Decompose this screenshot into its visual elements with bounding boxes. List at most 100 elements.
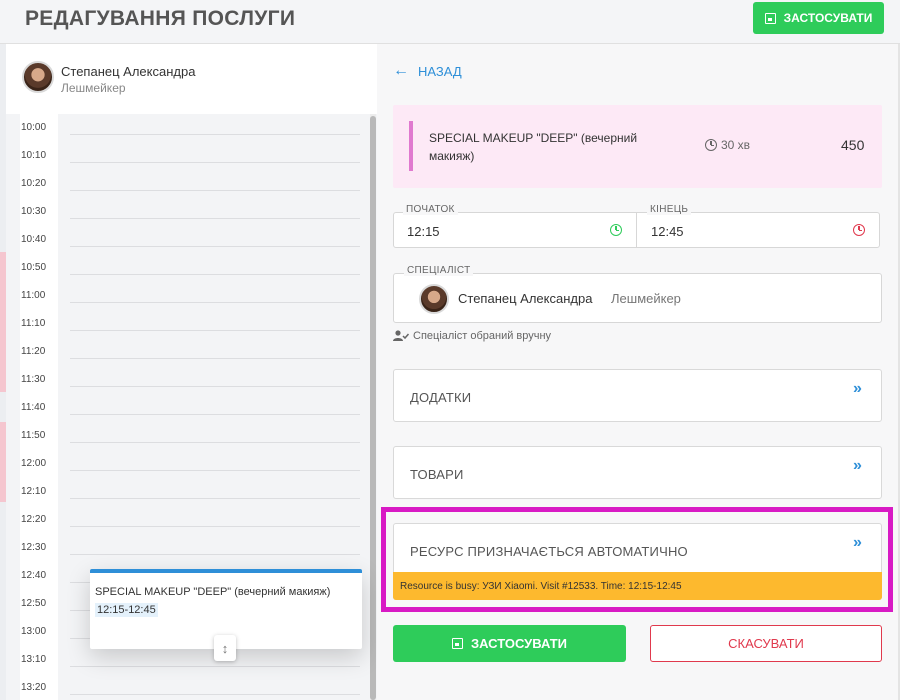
service-price: 450	[841, 137, 865, 153]
top-bar: РЕДАГУВАННЯ ПОСЛУГИ ЗАСТОСУВАТИ	[0, 0, 900, 44]
time-slot-label: 10:20	[21, 178, 47, 189]
back-label: НАЗАД	[418, 63, 462, 79]
time-slot[interactable]: 10:50	[6, 254, 366, 282]
grid-line	[70, 526, 360, 527]
manual-selection-text: Спеціаліст обраний вручну	[413, 330, 552, 342]
grid-line	[70, 386, 360, 387]
time-slot[interactable]: 13:20	[6, 674, 366, 700]
grid-line	[70, 554, 360, 555]
time-slot[interactable]: 12:00	[6, 450, 366, 478]
specialist-select[interactable]: Степанец Александра Лешмейкер	[393, 273, 882, 323]
time-slot[interactable]: 10:30	[6, 198, 366, 226]
calendar-scrollbar[interactable]	[370, 114, 376, 700]
time-slot[interactable]: 10:40	[6, 226, 366, 254]
grid-line	[70, 358, 360, 359]
grid-line	[70, 162, 360, 163]
time-slot[interactable]: 11:20	[6, 338, 366, 366]
grid-line	[70, 246, 360, 247]
grid-line	[70, 330, 360, 331]
page-title: РЕДАГУВАННЯ ПОСЛУГИ	[25, 7, 296, 30]
time-slot-label: 12:30	[21, 542, 47, 553]
end-time-label: КІНЕЦЬ	[647, 204, 692, 215]
end-time-field[interactable]: 12:45	[636, 212, 880, 248]
service-name: SPECIAL MAKEUP "DEEP" (вечерний макияж)	[429, 131, 638, 163]
arrow-left-icon: ←	[393, 62, 409, 79]
time-slot[interactable]: 11:30	[6, 366, 366, 394]
time-slot[interactable]: 12:10	[6, 478, 366, 506]
grid-line	[70, 190, 360, 191]
resize-handle-icon[interactable]: ↕	[214, 635, 236, 661]
calendar-scroll-thumb[interactable]	[370, 116, 376, 700]
time-slot[interactable]: 11:40	[6, 394, 366, 422]
addons-section[interactable]: ДОДАТКИ »	[393, 369, 882, 422]
grid-line	[70, 498, 360, 499]
time-slot-label: 11:10	[21, 318, 46, 329]
appointment-card[interactable]: SPECIAL MAKEUP "DEEP" (вечерний макияж) …	[90, 569, 362, 661]
schedule-panel: Степанец Александра Лешмейкер 10:00 10:10…	[6, 44, 377, 700]
time-slot[interactable]: 11:50	[6, 422, 366, 450]
time-slot[interactable]: 11:00	[6, 282, 366, 310]
manual-selection-note: Спеціаліст обраний вручну	[393, 330, 551, 342]
clock-icon	[853, 224, 865, 236]
edit-form-panel: ← НАЗАД SPECIAL MAKEUP "DEEP" (вечерний …	[377, 44, 898, 700]
time-slot[interactable]: 12:20	[6, 506, 366, 534]
chevron-double-right-icon: »	[853, 380, 862, 397]
time-slot-label: 11:40	[21, 402, 46, 413]
selected-specialist-name: Степанец Александра	[458, 291, 593, 306]
goods-section[interactable]: ТОВАРИ »	[393, 446, 882, 499]
apply-button-label: ЗАСТОСУВАТИ	[470, 636, 568, 651]
time-slot-label: 10:50	[21, 262, 47, 273]
save-icon	[764, 12, 776, 24]
grid-line	[70, 274, 360, 275]
specialist-name: Степанец Александра	[61, 64, 196, 79]
selected-specialist-role: Лешмейкер	[611, 291, 681, 306]
grid-line	[70, 414, 360, 415]
time-slot-label: 12:00	[21, 458, 47, 469]
time-slot-label: 12:50	[21, 598, 47, 609]
time-slot[interactable]: 10:00	[6, 114, 366, 142]
time-slot[interactable]: 11:10	[6, 310, 366, 338]
time-slot-label: 11:00	[21, 290, 46, 301]
time-slot-label: 10:30	[21, 206, 47, 217]
specialist-header: Степанец Александра Лешмейкер	[6, 44, 377, 114]
time-slot-label: 10:10	[21, 150, 47, 161]
grid-line	[70, 218, 360, 219]
grid-line	[70, 134, 360, 135]
apply-button-top[interactable]: ЗАСТОСУВАТИ	[753, 2, 884, 34]
cancel-button[interactable]: СКАСУВАТИ	[650, 625, 882, 662]
goods-label: ТОВАРИ	[410, 467, 464, 482]
time-slot[interactable]: 13:10	[6, 646, 366, 674]
time-slot[interactable]: 10:10	[6, 142, 366, 170]
start-time-value: 12:15	[407, 224, 440, 239]
grid-line	[70, 442, 360, 443]
clock-icon	[610, 224, 622, 236]
time-slot-label: 12:10	[21, 486, 47, 497]
time-slot-label: 10:40	[21, 234, 47, 245]
grid-line	[70, 666, 360, 667]
appointment-title: SPECIAL MAKEUP "DEEP" (вечерний макияж)	[95, 586, 331, 598]
service-color-bar	[409, 121, 413, 171]
cancel-button-label: СКАСУВАТИ	[728, 636, 804, 651]
time-slot-label: 11:20	[21, 346, 46, 357]
specialist-label: СПЕЦІАЛІСТ	[404, 265, 474, 276]
clock-icon	[705, 139, 717, 151]
time-slot[interactable]: 12:30	[6, 534, 366, 562]
time-slot-label: 13:20	[21, 682, 47, 693]
calendar-grid[interactable]: 10:00 10:10 10:20 10:30 10:40 10:50 11:00 11:10…	[6, 114, 377, 700]
time-slot-label: 13:10	[21, 654, 47, 665]
user-check-icon	[393, 330, 409, 341]
apply-button[interactable]: ЗАСТОСУВАТИ	[393, 625, 626, 662]
time-slot-label: 12:40	[21, 570, 47, 581]
time-slot-label: 11:50	[21, 430, 46, 441]
time-slot-label: 11:30	[21, 374, 46, 385]
save-icon	[451, 638, 463, 649]
start-time-field[interactable]: 12:15	[393, 212, 637, 248]
time-slot-label: 12:20	[21, 514, 47, 525]
apply-button-top-label: ЗАСТОСУВАТИ	[783, 11, 873, 25]
service-card: SPECIAL MAKEUP "DEEP" (вечерний макияж) …	[393, 105, 882, 188]
time-slot-label: 10:00	[21, 122, 47, 133]
grid-line	[70, 694, 360, 695]
back-link[interactable]: ← НАЗАД	[393, 63, 462, 79]
time-slot[interactable]: 10:20	[6, 170, 366, 198]
grid-line	[70, 302, 360, 303]
